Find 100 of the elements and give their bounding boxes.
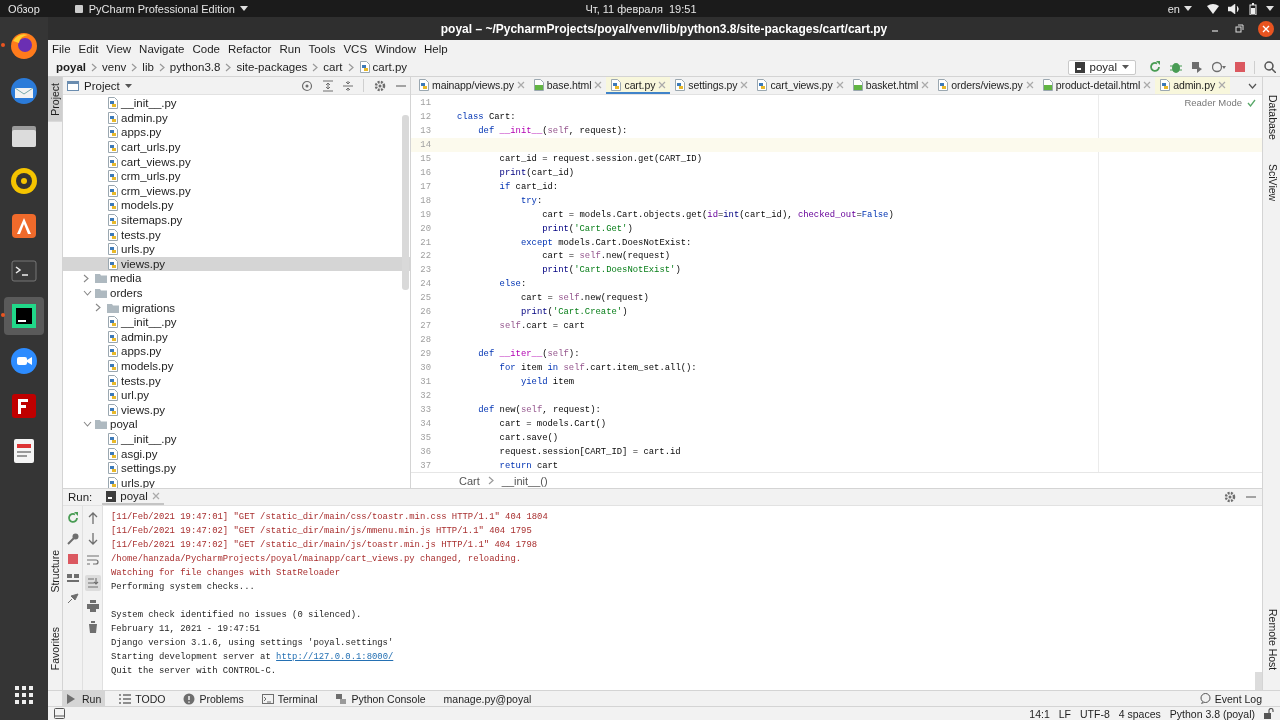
battery-icon[interactable] — [1249, 2, 1257, 15]
breadcrumb-item[interactable]: site-packages — [236, 61, 308, 73]
chevron-down-icon[interactable] — [1248, 82, 1257, 89]
tree-item[interactable]: cart_urls.py — [63, 139, 410, 155]
tree-item[interactable]: __init__.py — [63, 314, 410, 330]
volume-icon[interactable] — [1228, 3, 1240, 14]
wifi-icon[interactable] — [1207, 3, 1219, 14]
process-tab[interactable]: poyal — [102, 489, 164, 505]
status-item[interactable]: LF — [1058, 707, 1071, 720]
tree-item[interactable]: tests.py — [63, 227, 410, 242]
menu-item[interactable]: Run — [279, 43, 301, 55]
search-icon[interactable] — [1264, 61, 1276, 73]
run-configuration-dropdown[interactable]: poyal — [1067, 59, 1136, 75]
tree-item[interactable]: sitemaps.py — [63, 212, 410, 228]
app-grid-icon[interactable] — [14, 685, 34, 705]
tool-window-tab[interactable]: Terminal — [257, 691, 322, 706]
status-item[interactable]: Python 3.8 (poyal) — [1169, 707, 1255, 720]
tree-item[interactable]: views.py — [63, 256, 410, 272]
editor-tab[interactable]: cart_views.py — [752, 77, 848, 94]
app-icon[interactable] — [9, 211, 39, 241]
editor-tab[interactable]: cart.py — [606, 77, 671, 94]
menu-item[interactable]: Code — [192, 43, 220, 55]
event-log-button[interactable]: Event Log — [1195, 692, 1266, 705]
pin-icon[interactable] — [66, 592, 79, 604]
tree-item[interactable]: admin.py — [63, 329, 410, 345]
editor-tab[interactable]: orders/views.py — [933, 77, 1038, 94]
menu-item[interactable]: Window — [375, 43, 416, 55]
tree-item[interactable]: crm_urls.py — [63, 168, 410, 184]
scroll-to-end-toggle[interactable] — [84, 575, 101, 591]
tree-item[interactable]: __init__.py — [63, 96, 410, 111]
rerun-icon[interactable] — [66, 512, 79, 524]
rerun-icon[interactable] — [1149, 61, 1161, 73]
reader-mode-button[interactable]: Reader Mode — [1184, 97, 1242, 108]
tool-window-tab[interactable]: Python Console — [331, 691, 430, 706]
status-item[interactable]: UTF-8 — [1080, 707, 1110, 720]
app-icon[interactable] — [9, 391, 39, 421]
scrollbar[interactable] — [1255, 672, 1262, 690]
tree-item[interactable]: cart_views.py — [63, 154, 410, 169]
app-icon[interactable] — [9, 76, 39, 106]
tree-item[interactable]: apps.py — [63, 125, 410, 140]
tree-item[interactable]: url.py — [63, 387, 410, 403]
menu-item[interactable]: Edit — [78, 43, 99, 55]
app-icon[interactable] — [9, 166, 39, 196]
maximize-icon[interactable] — [1234, 23, 1244, 34]
tool-window-tab[interactable]: Favorites — [48, 620, 62, 676]
stop-icon[interactable] — [67, 554, 78, 564]
arrow-down-icon[interactable] — [87, 533, 98, 545]
tree-item[interactable]: urls.py — [63, 241, 410, 257]
tool-window-tab[interactable]: Problems — [179, 691, 248, 706]
wrench-icon[interactable] — [66, 533, 79, 545]
chevron-down-icon[interactable] — [83, 290, 92, 296]
activities-button[interactable]: Обзор — [8, 2, 40, 15]
menu-item[interactable]: File — [52, 43, 71, 55]
menu-item[interactable]: Help — [423, 43, 448, 55]
editor-tab[interactable]: base.html — [528, 77, 607, 94]
breadcrumb-item[interactable]: lib — [142, 61, 154, 73]
trash-icon[interactable] — [87, 621, 98, 633]
tree-item[interactable]: apps.py — [63, 344, 410, 359]
tool-window-tab[interactable]: Structure — [48, 544, 62, 599]
tool-window-tab[interactable]: Run — [62, 691, 106, 706]
chevron-right-icon[interactable] — [83, 273, 89, 283]
tool-window-tab[interactable]: manage.py@poyal — [439, 691, 536, 706]
panel-dropdown[interactable]: Project — [67, 79, 132, 92]
tree-item[interactable]: migrations — [63, 300, 410, 315]
tree-item[interactable]: poyal — [63, 417, 410, 432]
tool-window-tab[interactable]: Remote Host — [1263, 602, 1280, 676]
chevron-down-icon[interactable] — [83, 421, 92, 428]
scrollbar[interactable] — [402, 115, 409, 290]
chevron-right-icon[interactable] — [95, 303, 101, 313]
tool-windows-icon[interactable] — [54, 708, 65, 719]
status-item[interactable]: 14:1 — [1029, 707, 1050, 720]
breadcrumb-item[interactable]: poyal — [56, 61, 87, 73]
tree-item[interactable]: crm_views.py — [63, 183, 410, 199]
breadcrumb-item[interactable]: Cart — [459, 474, 480, 487]
keyboard-layout[interactable]: en — [1167, 2, 1192, 15]
tool-window-tab[interactable]: Database — [1263, 89, 1280, 146]
breadcrumb-item[interactable]: __init__() — [501, 474, 548, 487]
app-icon[interactable] — [9, 31, 39, 61]
expand-all-icon[interactable] — [323, 79, 333, 92]
breadcrumb-item[interactable]: cart — [323, 61, 343, 73]
menu-item[interactable]: Refactor — [227, 43, 272, 55]
arrow-up-icon[interactable] — [87, 512, 98, 524]
editor-tab[interactable]: settings.py — [670, 77, 753, 94]
tree-item[interactable]: models.py — [63, 198, 410, 213]
editor-tab[interactable]: admin.py — [1155, 77, 1231, 94]
tree-item[interactable]: asgi.py — [63, 446, 410, 461]
close-icon[interactable] — [1258, 20, 1274, 37]
tree-item[interactable]: tests.py — [63, 373, 410, 388]
tree-item[interactable]: orders — [63, 285, 410, 301]
clock[interactable]: Чт, 11 февраля 19:51 — [585, 2, 697, 15]
settings-icon[interactable] — [1224, 491, 1236, 503]
tool-window-tab[interactable]: SciView — [1263, 157, 1280, 208]
tree-item[interactable]: __init__.py — [63, 431, 410, 447]
tree-item[interactable]: models.py — [63, 358, 410, 374]
lock-icon[interactable] — [1264, 708, 1274, 719]
printer-icon[interactable] — [86, 600, 99, 612]
layout-icon[interactable] — [66, 573, 79, 583]
app-menu[interactable]: PyCharm Professional Edition — [73, 2, 248, 15]
soft-wrap-icon[interactable] — [86, 554, 99, 566]
locate-icon[interactable] — [301, 79, 313, 92]
